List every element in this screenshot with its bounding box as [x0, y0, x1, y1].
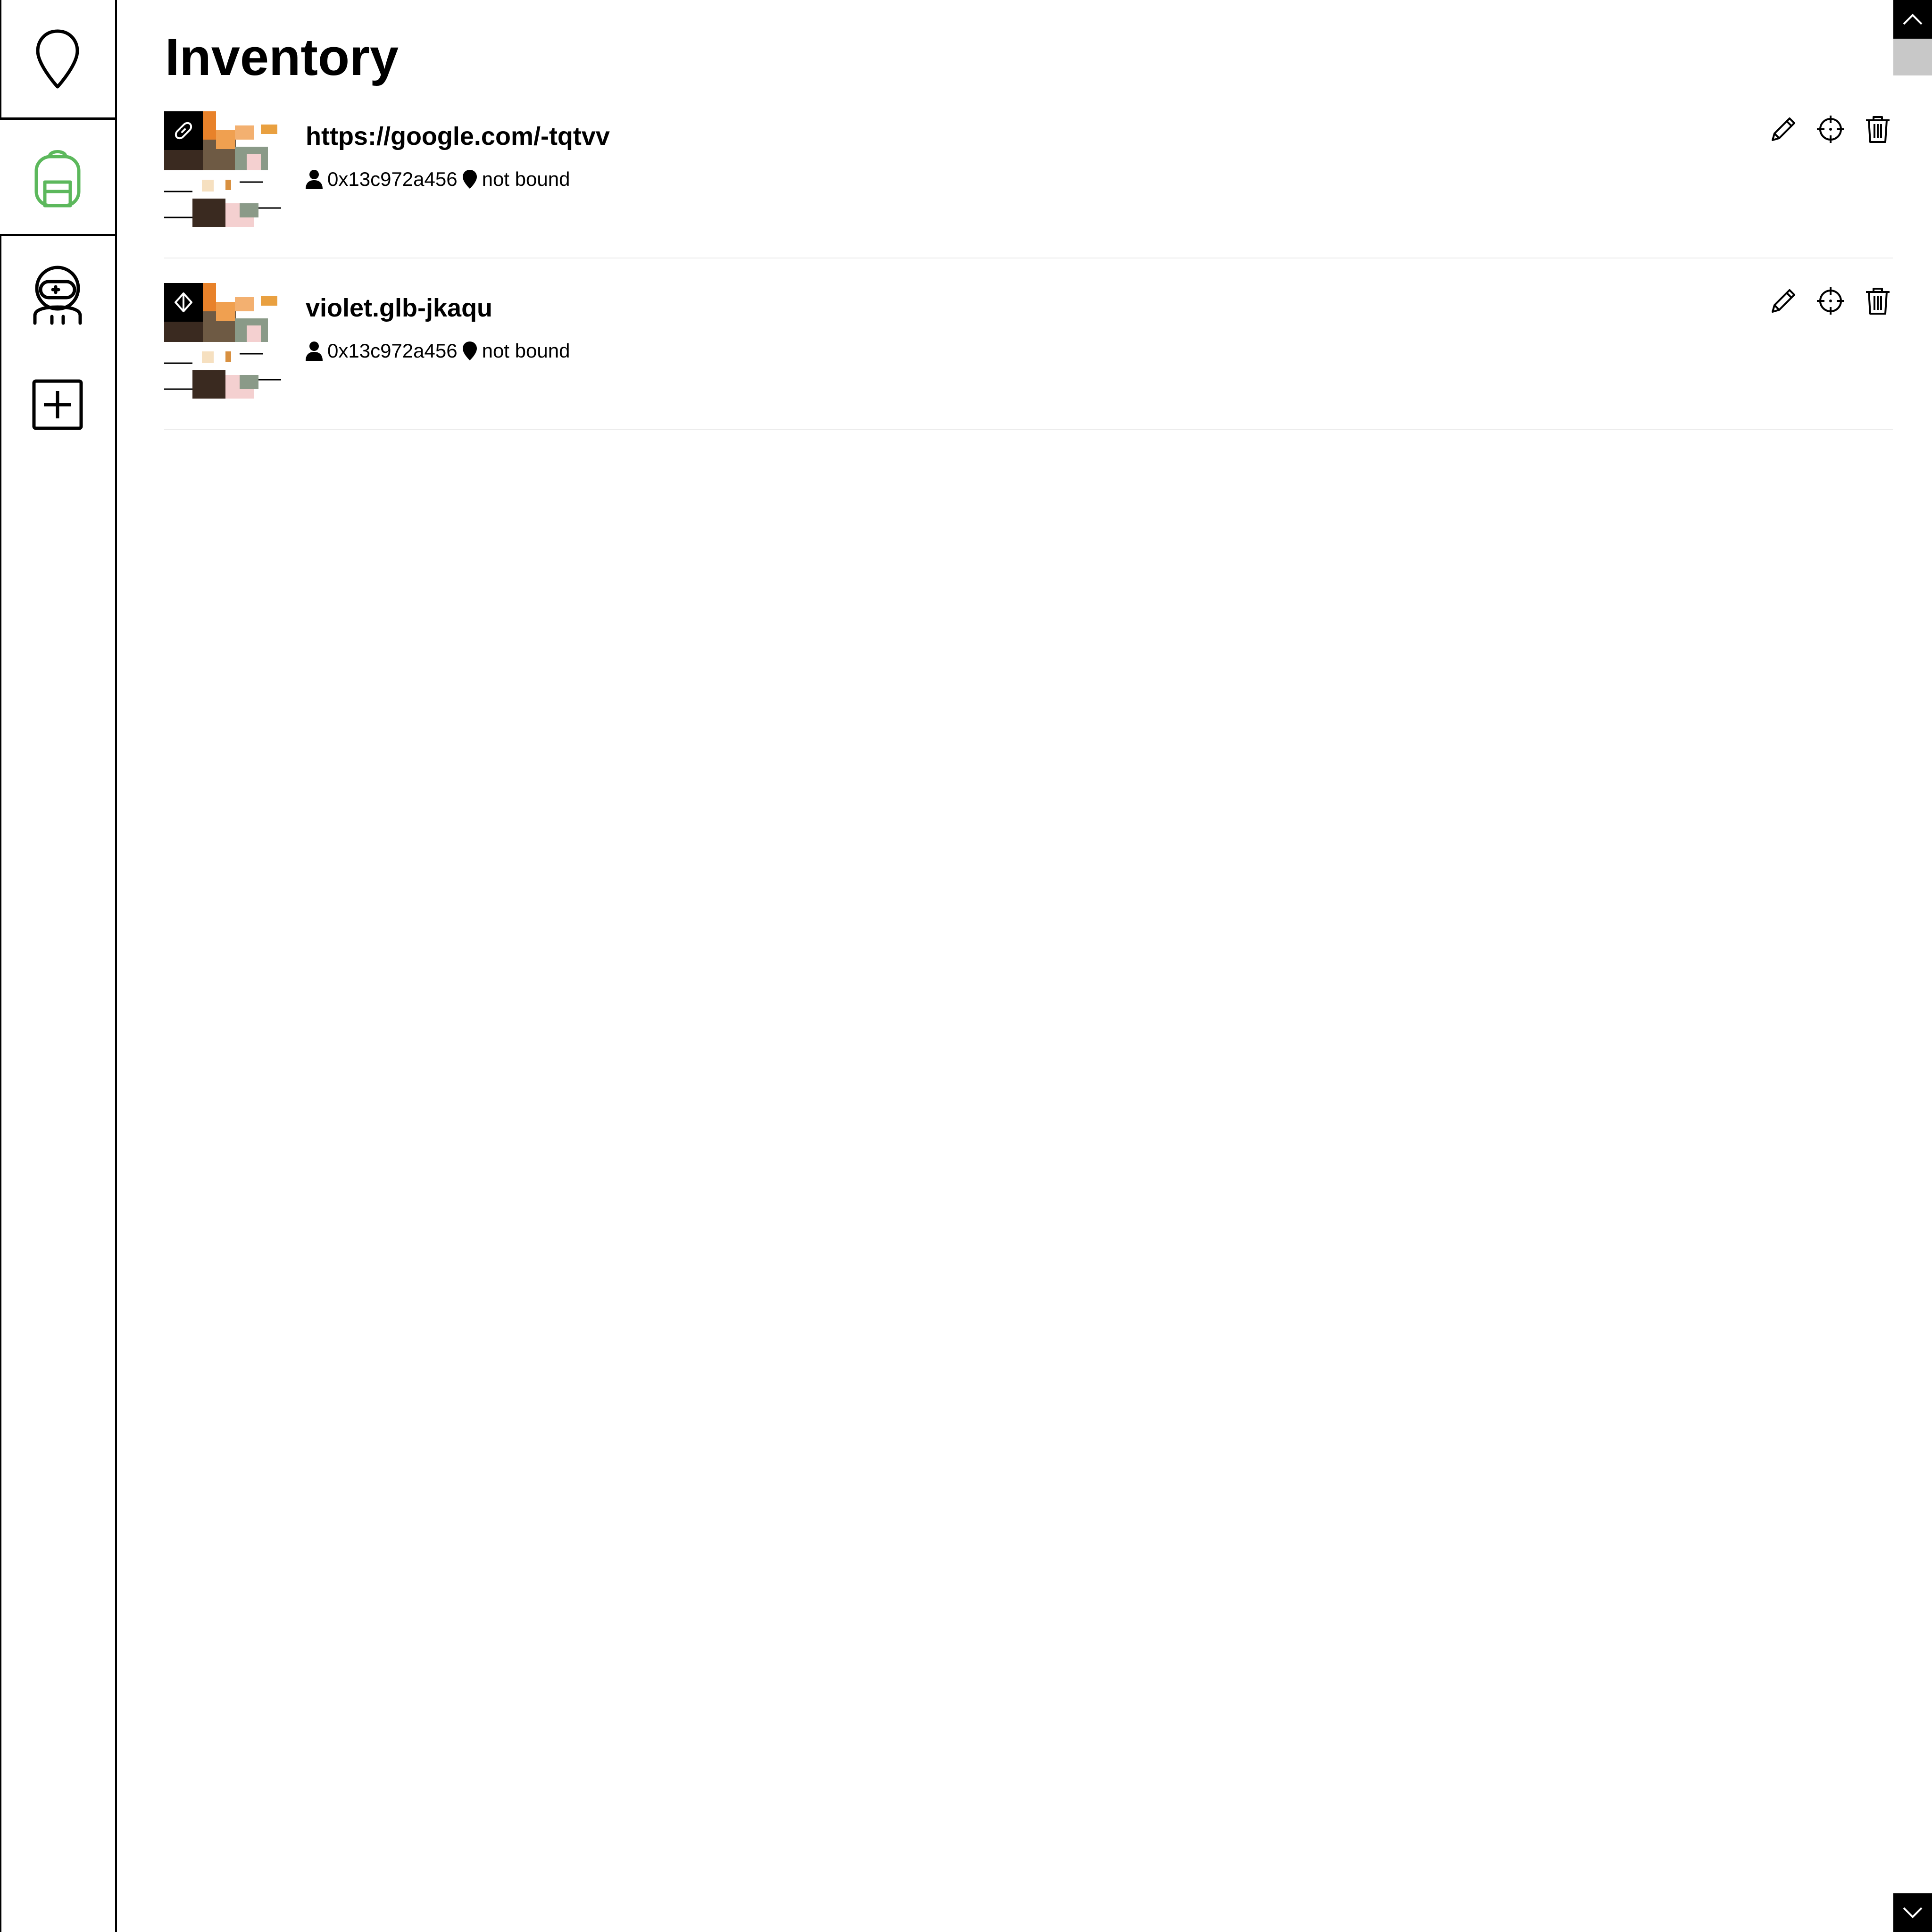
edit-button[interactable]: [1768, 286, 1799, 316]
edit-button[interactable]: [1768, 114, 1799, 144]
item-name: violet.glb-jkaqu: [306, 294, 493, 322]
inventory-item[interactable]: https://google.com/-tqtvv 0x13c972a456 n…: [164, 86, 1893, 258]
scroll-down-button[interactable]: [1893, 1893, 1932, 1932]
item-thumbnail: [164, 111, 282, 229]
tab-add[interactable]: [0, 353, 117, 1932]
delete-icon: [1866, 116, 1890, 143]
delete-icon: [1866, 288, 1890, 315]
map-pin-icon: [36, 29, 79, 88]
item-location: not bound: [482, 340, 570, 362]
item-owner: 0x13c972a456: [327, 168, 458, 190]
3d-model-icon: [175, 292, 192, 312]
item-meta: 0x13c972a456 not bound: [306, 338, 570, 364]
item-actions: [1768, 114, 1893, 144]
delete-button[interactable]: [1863, 286, 1893, 316]
item-meta: 0x13c972a456 not bound: [306, 166, 570, 192]
model-badge: [164, 283, 203, 322]
chevron-up-icon: [1903, 14, 1923, 25]
chevron-down-icon: [1903, 1907, 1923, 1918]
link-icon: [175, 122, 192, 140]
item-thumbnail: [164, 283, 282, 401]
locate-icon: [1817, 116, 1844, 143]
add-square-icon: [32, 379, 83, 430]
item-location: not bound: [482, 168, 570, 190]
sidebar-nav: [0, 0, 117, 1932]
tab-map[interactable]: [0, 0, 117, 119]
user-icon: [306, 170, 323, 189]
scrollbar[interactable]: [1893, 0, 1932, 1932]
locate-button[interactable]: [1815, 286, 1846, 316]
locate-icon: [1817, 287, 1844, 315]
link-badge: [164, 111, 203, 150]
locate-button[interactable]: [1815, 114, 1846, 144]
page-title: Inventory: [165, 28, 399, 86]
edit-icon: [1772, 289, 1795, 313]
inventory-item[interactable]: violet.glb-jkaqu 0x13c972a456 not bound: [164, 258, 1893, 430]
map-pin-icon: [462, 341, 477, 360]
item-actions: [1768, 286, 1893, 316]
user-icon: [306, 341, 323, 361]
scrollbar-thumb[interactable]: [1893, 39, 1932, 75]
astronaut-icon: [33, 266, 82, 325]
backpack-icon: [34, 150, 81, 208]
map-pin-icon: [462, 170, 477, 189]
tab-avatar[interactable]: [0, 236, 117, 353]
scroll-up-button[interactable]: [1893, 0, 1932, 39]
item-owner: 0x13c972a456: [327, 340, 458, 362]
delete-button[interactable]: [1863, 114, 1893, 144]
item-name: https://google.com/-tqtvv: [306, 122, 610, 150]
tab-inventory[interactable]: [0, 118, 117, 236]
edit-icon: [1772, 117, 1795, 141]
